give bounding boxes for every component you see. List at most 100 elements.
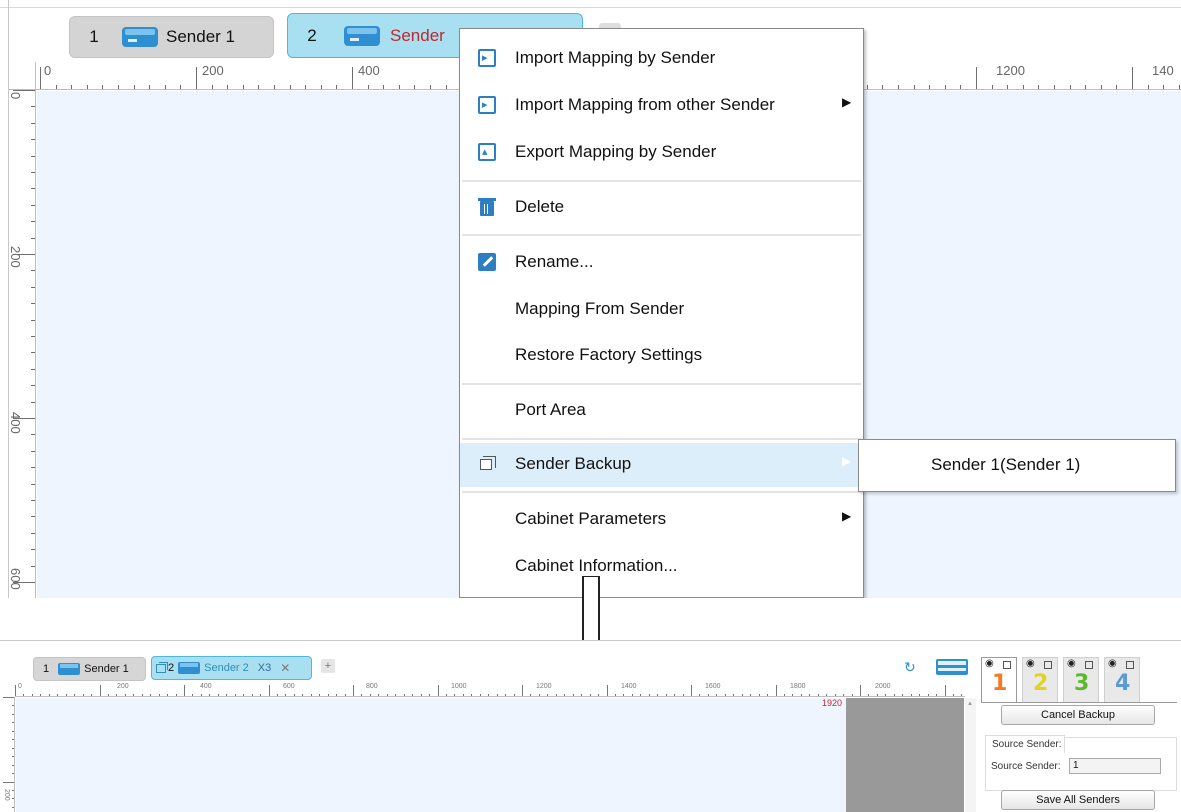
ruler-tick [118, 85, 119, 89]
ruler-tick [302, 694, 304, 696]
menu-item-label: Export Mapping by Sender [515, 142, 717, 161]
ruler-tick [57, 694, 59, 696]
close-icon[interactable]: ✕ [280, 661, 290, 675]
tab-number: 2 [168, 662, 175, 674]
ruler-tick [31, 336, 35, 337]
ruler-tick [724, 694, 726, 696]
cancel-backup-button[interactable]: Cancel Backup [1001, 705, 1155, 725]
menu-item-restore-factory[interactable]: Restore Factory Settings [460, 334, 863, 378]
screen-tab-3[interactable]: ◉ 3 [1063, 657, 1099, 703]
ruler-tick [882, 85, 884, 89]
ruler-tick [792, 694, 794, 696]
menu-item-delete[interactable]: Delete [460, 186, 863, 230]
ruler-label: 200 [8, 246, 23, 268]
ruler-tick [31, 500, 35, 501]
copy-icon[interactable] [1044, 661, 1052, 669]
screen-tab-4[interactable]: ◉ 4 [1104, 657, 1140, 703]
menu-separator [462, 491, 861, 493]
eye-icon[interactable]: ◉ [1067, 658, 1076, 669]
ruler-tick [149, 85, 151, 89]
ruler-tick [31, 516, 35, 518]
ruler-tick [327, 694, 329, 696]
menu-item-cabinet-parameters[interactable]: Cabinet Parameters ▶ [460, 498, 863, 542]
width-marker: 1920 [822, 698, 843, 708]
ruler-tick [817, 694, 819, 696]
menu-item-import-from-other[interactable]: ▸ Import Mapping from other Sender ▶ [460, 84, 863, 128]
trash-icon [478, 198, 496, 216]
edit-icon [478, 253, 496, 271]
eye-icon[interactable]: ◉ [985, 658, 994, 669]
screen-tab-2[interactable]: ◉ 2 [1022, 657, 1058, 703]
eye-icon[interactable]: ◉ [1026, 658, 1035, 669]
vertical-scrollbar[interactable] [965, 698, 976, 812]
ruler-tick [353, 685, 354, 696]
tab-sender-1[interactable]: 1 Sender 1 [69, 16, 274, 58]
ruler-tick [716, 694, 718, 696]
menu-separator [462, 180, 861, 182]
ruler-tick [885, 694, 887, 696]
sender-device-icon [178, 662, 201, 674]
ruler-tick [538, 694, 540, 696]
ruler-tick [336, 694, 338, 696]
ruler-tick [12, 789, 14, 791]
menu-item-label: Restore Factory Settings [515, 345, 703, 364]
ruler-tick [488, 694, 490, 696]
ruler-tick [927, 694, 929, 696]
ruler-tick [1085, 85, 1087, 89]
menu-item-port-area[interactable]: Port Area [460, 389, 863, 433]
menu-item-import-mapping[interactable]: ▸ Import Mapping by Sender [460, 37, 863, 81]
ruler-tick [293, 694, 295, 696]
mapping-canvas[interactable] [16, 698, 846, 812]
submenu-item-sender-1[interactable]: Sender 1(Sender 1) [931, 455, 1080, 475]
ruler-label: 0 [8, 92, 23, 100]
copy-icon[interactable] [1003, 661, 1011, 669]
ruler-tick [48, 694, 50, 696]
ruler-tick [1007, 85, 1009, 89]
ruler-label: 800 [366, 683, 378, 690]
ruler-tick [320, 85, 322, 89]
save-all-senders-button[interactable]: Save All Senders [1001, 790, 1155, 810]
screen-number: 2 [1033, 671, 1049, 696]
ruler-tick [12, 798, 14, 800]
ruler-tick [86, 85, 88, 89]
ruler-tick [289, 85, 291, 89]
ruler-tick [741, 694, 743, 696]
source-sender-field[interactable]: 1 [1069, 758, 1161, 774]
add-tab-button[interactable]: + [321, 659, 335, 673]
ruler-tick [31, 565, 35, 567]
refresh-icon[interactable]: ↻ [904, 660, 918, 674]
ruler-tick [866, 85, 868, 89]
menu-item-rename[interactable]: Rename... [460, 241, 863, 285]
ruler-tick [217, 694, 219, 696]
sender-device-icon [344, 25, 380, 46]
menu-item-export-mapping[interactable]: ▴ Export Mapping by Sender [460, 131, 863, 175]
ruler-tick [31, 319, 35, 321]
menu-item-mapping-from-sender[interactable]: Mapping From Sender [460, 288, 863, 332]
ruler-tick [234, 694, 236, 696]
ruler-tick [23, 694, 25, 696]
ruler-tick [40, 67, 41, 89]
ruler-tick [682, 694, 684, 696]
ruler-tick [12, 747, 14, 749]
menu-item-sender-backup[interactable]: Sender Backup ▶ [460, 443, 863, 487]
submenu-sender-backup: Sender 1(Sender 1) [858, 439, 1176, 492]
copy-icon[interactable] [1126, 661, 1134, 669]
ruler-tick [961, 694, 963, 696]
menu-item-label: Cabinet Parameters [515, 509, 667, 528]
sender-list-icon[interactable] [936, 659, 968, 675]
tab-sender-1[interactable]: 1 Sender 1 [33, 657, 146, 681]
ruler-label: 200 [117, 683, 129, 690]
screen-tab-1[interactable]: ◉ 1 [981, 657, 1017, 703]
vertical-ruler: 0 200 400 600 [8, 90, 36, 598]
copy-icon[interactable] [1085, 661, 1093, 669]
ruler-label: 1000 [451, 683, 467, 690]
ruler-tick [226, 694, 228, 696]
tab-sender-2[interactable]: 2 Sender 2 X3 ✕ [151, 656, 312, 680]
ruler-tick [1132, 67, 1133, 89]
ruler-tick [116, 694, 118, 696]
ruler-tick [614, 694, 616, 696]
menu-item-cabinet-information[interactable]: Cabinet Information... [460, 545, 863, 589]
copy-icon [478, 455, 496, 473]
eye-icon[interactable]: ◉ [1108, 658, 1117, 669]
out-of-range-area [846, 698, 964, 812]
